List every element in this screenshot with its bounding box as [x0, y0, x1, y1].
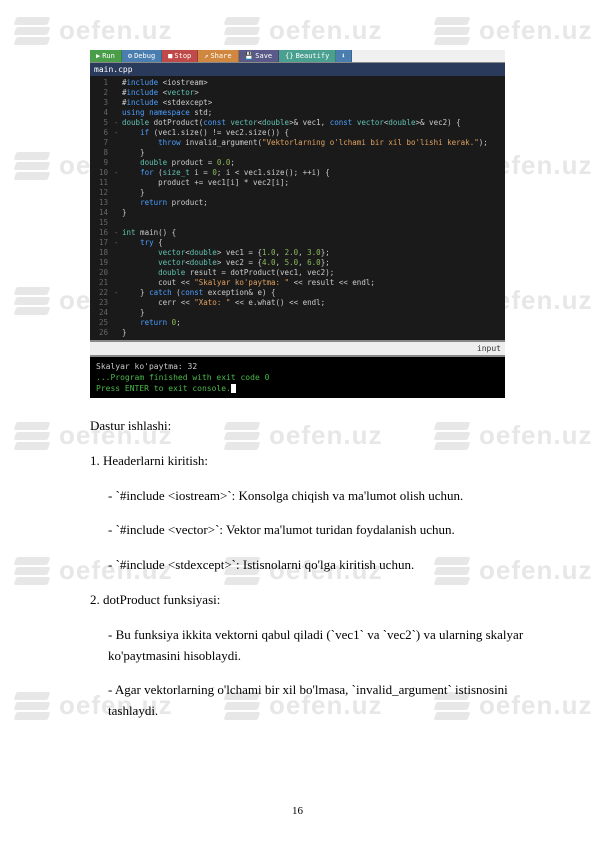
download-icon: ⬇: [341, 52, 345, 60]
paragraph: Dastur ishlashi:: [90, 416, 540, 437]
code-line: 7 throw invalid_argument("Vektorlarning …: [90, 138, 505, 148]
code-line: 2#include <vector>: [90, 88, 505, 98]
paragraph: - Bu funksiya ikkita vektorni qabul qila…: [90, 625, 540, 667]
stop-button[interactable]: ■ Stop: [162, 50, 198, 62]
beautify-button[interactable]: {} Beautify: [279, 50, 336, 62]
code-line: 22- } catch (const exception& e) {: [90, 288, 505, 298]
code-line: 11 product += vec1[i] * vec2[i];: [90, 178, 505, 188]
output-line: ...Program finished with exit code 0: [96, 372, 499, 383]
page-number: 16: [0, 805, 595, 817]
ide-toolbar: ▶ Run ⚙ Debug ■ Stop ↗ Share 💾 Save {} B…: [90, 50, 505, 63]
code-line: 16-int main() {: [90, 228, 505, 238]
code-line: 20 double result = dotProduct(vec1, vec2…: [90, 268, 505, 278]
paragraph: - `#include <iostream>`: Konsolga chiqis…: [90, 486, 540, 507]
code-line: 3#include <stdexcept>: [90, 98, 505, 108]
paragraph: 1. Headerlarni kiritish:: [90, 451, 540, 472]
code-line: 4using namespace std;: [90, 108, 505, 118]
code-line: 6- if (vec1.size() != vec2.size()) {: [90, 128, 505, 138]
paragraph: - `#include <stdexcept>`: Istisnolarni q…: [90, 555, 540, 576]
code-line: 10- for (size_t i = 0; i < vec1.size(); …: [90, 168, 505, 178]
output-line: Press ENTER to exit console.: [96, 383, 499, 394]
ide-code-editor[interactable]: 1#include <iostream>2#include <vector>3#…: [90, 76, 505, 340]
output-line: Skalyar ko'paytma: 32: [96, 361, 499, 372]
paragraph: 2. dotProduct funksiyasi:: [90, 590, 540, 611]
output-panel: Skalyar ko'paytma: 32 ...Program finishe…: [90, 357, 505, 398]
code-line: 23 cerr << "Xato: " << e.what() << endl;: [90, 298, 505, 308]
code-line: 5-double dotProduct(const vector<double>…: [90, 118, 505, 128]
share-button[interactable]: ↗ Share: [198, 50, 238, 62]
ide-tab[interactable]: main.cpp: [90, 63, 505, 76]
download-button[interactable]: ⬇: [336, 50, 351, 62]
save-button[interactable]: 💾 Save: [239, 50, 280, 62]
code-line: 12 }: [90, 188, 505, 198]
code-line: 17- try {: [90, 238, 505, 248]
paragraph: - `#include <vector>`: Vektor ma'lumot t…: [90, 520, 540, 541]
code-line: 8 }: [90, 148, 505, 158]
code-line: 19 vector<double> vec2 = {4.0, 5.0, 6.0}…: [90, 258, 505, 268]
input-panel-label: input: [90, 340, 505, 357]
page-content: ▶ Run ⚙ Debug ■ Stop ↗ Share 💾 Save {} B…: [0, 0, 595, 766]
code-line: 9 double product = 0.0;: [90, 158, 505, 168]
code-line: 24 }: [90, 308, 505, 318]
code-line: 26}: [90, 328, 505, 338]
code-line: 13 return product;: [90, 198, 505, 208]
code-line: 21 cout << "Skalyar ko'paytma: " << resu…: [90, 278, 505, 288]
paragraph: - Agar vektorlarning o'lchami bir xil bo…: [90, 680, 540, 722]
ide-screenshot: ▶ Run ⚙ Debug ■ Stop ↗ Share 💾 Save {} B…: [90, 50, 505, 398]
code-line: 15: [90, 218, 505, 228]
document-body: Dastur ishlashi: 1. Headerlarni kiritish…: [90, 416, 540, 722]
code-line: 25 return 0;: [90, 318, 505, 328]
code-line: 14}: [90, 208, 505, 218]
code-line: 1#include <iostream>: [90, 78, 505, 88]
debug-button[interactable]: ⚙ Debug: [122, 50, 162, 62]
code-line: 18 vector<double> vec1 = {1.0, 2.0, 3.0}…: [90, 248, 505, 258]
run-button[interactable]: ▶ Run: [90, 50, 122, 62]
cursor-icon: [231, 384, 236, 393]
